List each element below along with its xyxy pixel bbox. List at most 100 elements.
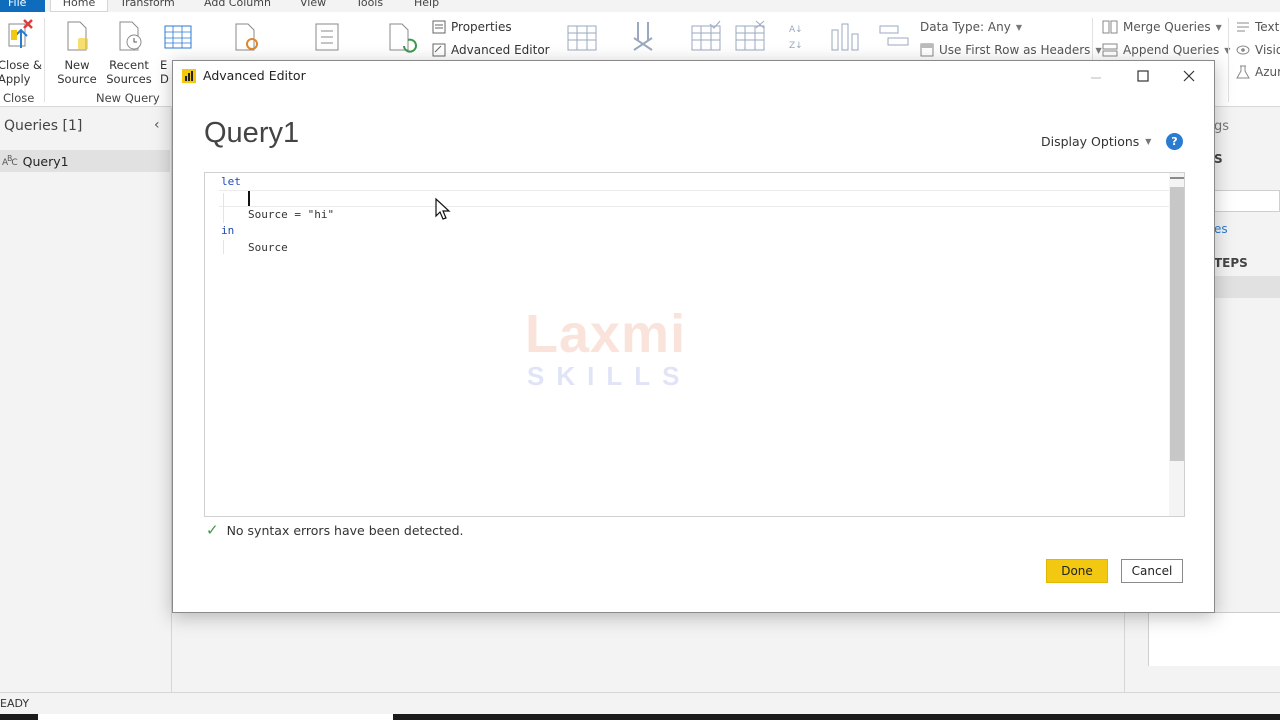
remove-rows-icon[interactable] — [734, 20, 766, 52]
split-column-icon[interactable] — [828, 22, 862, 52]
maximize-icon — [1137, 70, 1149, 82]
append-queries-button[interactable]: Append Queries ▼ — [1102, 43, 1230, 57]
code-keyword-let: let — [221, 175, 241, 188]
dialog-titlebar[interactable]: Advanced Editor — [173, 61, 1214, 91]
append-queries-icon — [1102, 43, 1118, 57]
new-source-button[interactable]: New Source — [52, 18, 102, 86]
close-icon — [1183, 70, 1195, 82]
close-apply-button[interactable]: Close & Apply — [0, 18, 42, 86]
power-bi-icon — [182, 69, 196, 83]
data-source-settings-icon[interactable] — [232, 20, 262, 56]
group-by-icon[interactable] — [878, 24, 910, 50]
tab-transform[interactable]: Transform — [120, 0, 175, 12]
azure-ml-icon — [1236, 65, 1250, 79]
chevron-down-icon: ▼ — [1145, 137, 1152, 146]
advanced-editor-button[interactable]: Advanced Editor — [432, 43, 550, 57]
cancel-button[interactable]: Cancel — [1121, 559, 1183, 583]
merge-queries-icon — [1102, 20, 1118, 34]
sort-icon[interactable]: A↓ Z↓ — [788, 20, 806, 52]
close-apply-label: Close & Apply — [0, 58, 42, 86]
settings-subpanel — [1148, 612, 1280, 666]
mouse-pointer-icon — [435, 198, 451, 220]
text-cursor — [248, 191, 250, 206]
properties-heading-fragment: S — [1214, 152, 1223, 166]
properties-label: Properties — [451, 20, 512, 34]
ribbon-divider — [44, 18, 45, 102]
taskbar-segment — [38, 714, 393, 720]
new-source-label: New Source — [57, 58, 97, 86]
manage-parameters-icon[interactable] — [312, 20, 342, 56]
close-button[interactable] — [1169, 65, 1209, 87]
tab-help[interactable]: Help — [414, 0, 439, 12]
tab-view[interactable]: View — [300, 0, 326, 12]
syntax-status-text: No syntax errors have been detected. — [226, 522, 464, 538]
minimize-icon — [1091, 77, 1101, 79]
text-analytics-label: Text A — [1255, 20, 1280, 34]
tab-home[interactable]: Home — [50, 0, 108, 12]
indent-guide — [223, 240, 224, 254]
done-button[interactable]: Done — [1046, 559, 1108, 583]
eye-icon — [1236, 45, 1250, 55]
minimize-button[interactable] — [1076, 65, 1116, 87]
collapse-pane-icon[interactable]: ‹ — [154, 117, 160, 133]
ribbon-divider — [1228, 18, 1229, 102]
svg-text:Z↓: Z↓ — [789, 41, 803, 51]
choose-columns-icon[interactable] — [566, 24, 598, 52]
query-name-heading: Query1 — [204, 117, 300, 149]
recent-sources-icon — [119, 21, 142, 51]
properties-button[interactable]: Properties — [432, 20, 512, 34]
chevron-down-icon: ▼ — [1215, 22, 1222, 32]
table-icon — [164, 25, 192, 49]
advanced-editor-dialog: Advanced Editor Query1 Display Options ▼… — [172, 60, 1215, 613]
settings-heading-fragment: gs — [1214, 119, 1230, 134]
recent-sources-button[interactable]: Recent Sources — [102, 18, 156, 86]
tab-file[interactable]: File — [0, 0, 45, 12]
code-editor[interactable]: let Source = "hi" in Source — [204, 172, 1185, 517]
query-list-item[interactable]: ABC Query1 — [0, 150, 170, 172]
scrollbar-thumb[interactable] — [1170, 187, 1184, 461]
code-keyword-in: in — [221, 224, 235, 237]
text-analytics-button[interactable]: Text A — [1236, 20, 1280, 34]
query-name-field[interactable] — [1214, 190, 1280, 212]
group-label-new-query: New Query — [96, 91, 160, 105]
append-queries-label: Append Queries — [1123, 43, 1220, 57]
advanced-editor-icon — [432, 43, 446, 57]
syntax-status: ✓ No syntax errors have been detected. — [206, 521, 464, 539]
editor-scrollbar[interactable] — [1169, 173, 1184, 516]
azure-ml-label: Azur — [1255, 65, 1280, 79]
refresh-preview-icon[interactable] — [386, 20, 420, 56]
display-options-dropdown[interactable]: Display Options ▼ — [1041, 134, 1151, 149]
all-properties-link-fragment[interactable]: es — [1214, 222, 1228, 236]
recent-sources-label: Recent Sources — [106, 58, 152, 86]
data-type-dropdown[interactable]: Data Type: Any ▼ — [920, 20, 1022, 34]
close-apply-icon — [8, 19, 33, 48]
text-analytics-icon — [1237, 22, 1249, 32]
svg-text:A↓: A↓ — [789, 25, 803, 35]
dialog-title: Advanced Editor — [203, 68, 306, 83]
use-first-row-headers-button[interactable]: Use First Row as Headers ▼ — [920, 43, 1102, 57]
azure-ml-button[interactable]: Azur — [1236, 65, 1280, 79]
indent-guide — [223, 193, 224, 223]
applied-steps-heading-fragment: TEPS — [1214, 256, 1248, 270]
abc-123-icon: ABC — [2, 154, 18, 168]
display-options-label: Display Options — [1041, 134, 1140, 149]
maximize-button[interactable] — [1123, 65, 1163, 87]
checkmark-icon: ✓ — [206, 521, 219, 539]
merge-queries-button[interactable]: Merge Queries ▼ — [1102, 20, 1222, 34]
tab-tools[interactable]: Tools — [356, 0, 383, 12]
help-icon[interactable]: ? — [1166, 133, 1183, 150]
remove-columns-icon[interactable] — [628, 20, 658, 52]
ribbon-tab-bar: File Home Transform Add Column View Tool… — [0, 0, 1280, 12]
applied-step-item[interactable] — [1214, 276, 1280, 298]
vision-button[interactable]: Visio — [1236, 43, 1280, 57]
advanced-editor-label: Advanced Editor — [451, 43, 550, 57]
keep-rows-icon[interactable] — [690, 20, 722, 52]
query-list-item-label: Query1 — [22, 153, 69, 169]
merge-queries-label: Merge Queries — [1123, 20, 1211, 34]
taskbar — [0, 714, 1280, 720]
tab-add-column[interactable]: Add Column — [204, 0, 271, 12]
scroll-up-icon[interactable] — [1170, 177, 1184, 185]
group-label-close: Close — [3, 91, 35, 105]
chevron-down-icon: ▼ — [1015, 22, 1022, 32]
queries-pane-title: Queries [1] — [4, 118, 83, 134]
